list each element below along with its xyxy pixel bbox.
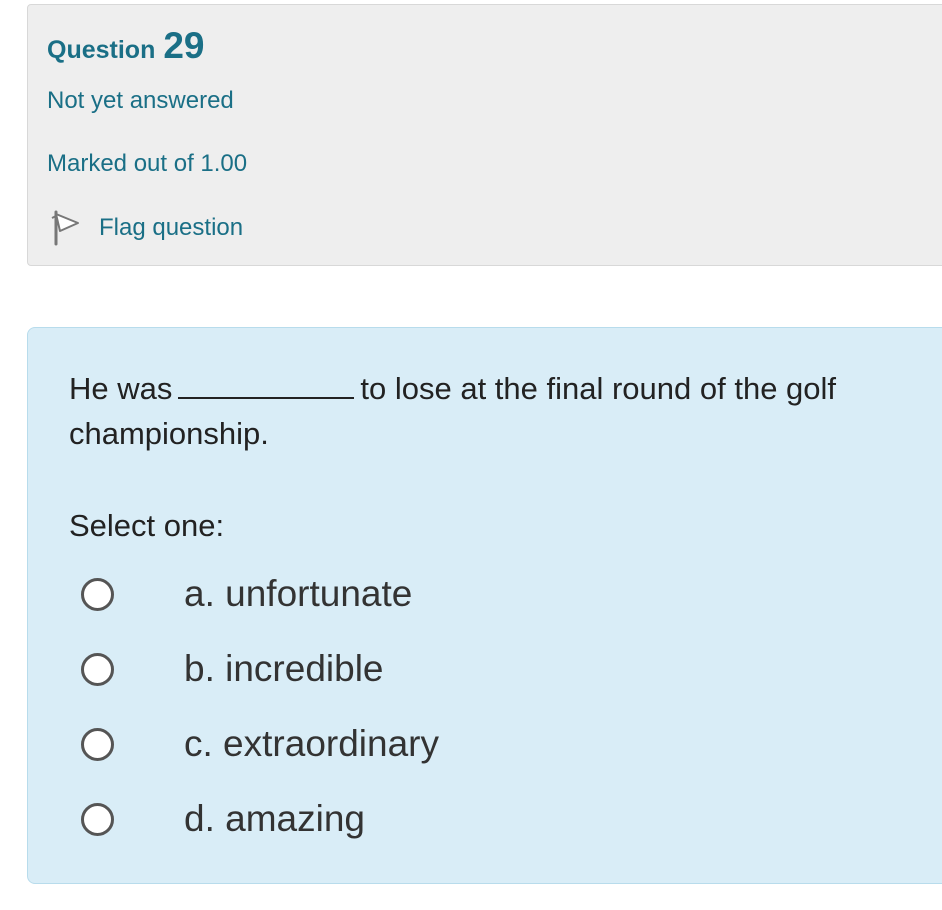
question-state: Not yet answered	[47, 87, 234, 114]
question-text: He was to lose at the final round of the …	[69, 366, 909, 456]
question-label: Question	[47, 36, 156, 64]
radio-unchecked-icon[interactable]	[81, 802, 114, 836]
radio-unchecked-icon[interactable]	[81, 577, 114, 611]
question-text-before: He was	[69, 371, 173, 406]
radio-unchecked-icon[interactable]	[81, 727, 114, 761]
question-grade: Marked out of 1.00	[47, 150, 248, 177]
question-number: 29	[163, 25, 205, 66]
flag-question-label: Flag question	[99, 214, 244, 241]
option-c-label[interactable]: c. extraordinary	[184, 723, 439, 765]
option-b-label[interactable]: b. incredible	[184, 648, 384, 690]
select-one-prompt: Select one:	[69, 508, 225, 543]
flag-icon	[51, 210, 79, 246]
question-number-heading: Question 29	[47, 25, 205, 67]
radio-unchecked-icon[interactable]	[81, 652, 114, 686]
flag-question-link[interactable]: Flag question	[47, 208, 243, 248]
question-info-panel: Question 29 Not yet answered Marked out …	[27, 4, 942, 266]
option-a-label[interactable]: a. unfortunate	[184, 573, 412, 615]
option-d[interactable]: d. amazing	[81, 798, 365, 840]
answer-blank	[178, 373, 355, 399]
option-c[interactable]: c. extraordinary	[81, 723, 439, 765]
option-b[interactable]: b. incredible	[81, 648, 384, 690]
option-d-label[interactable]: d. amazing	[184, 798, 365, 840]
question-content-panel: He was to lose at the final round of the …	[27, 327, 942, 884]
option-a[interactable]: a. unfortunate	[81, 573, 412, 615]
